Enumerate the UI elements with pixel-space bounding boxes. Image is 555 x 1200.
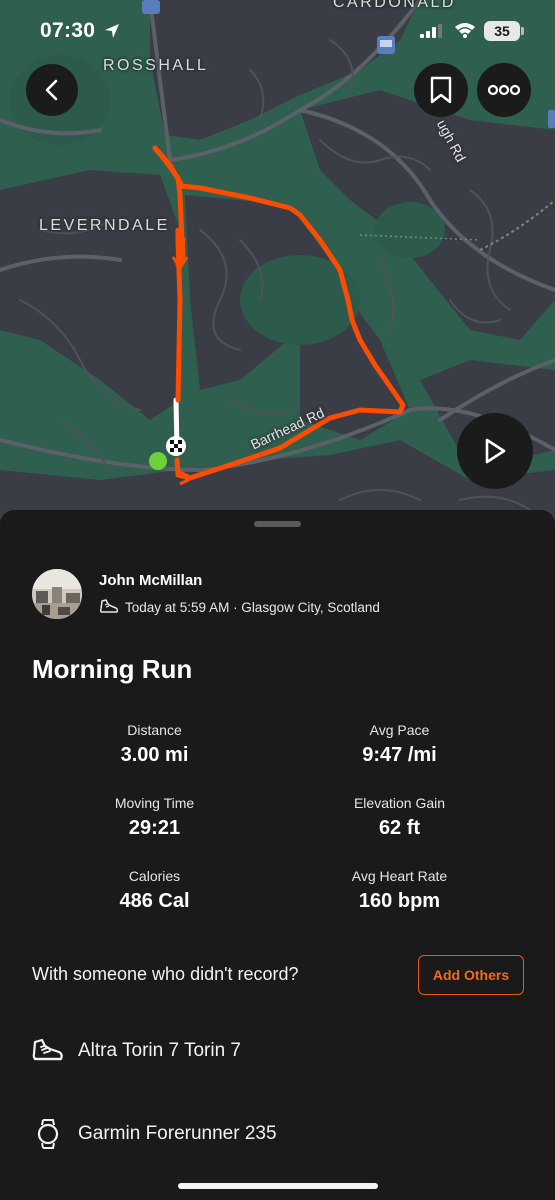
location-arrow-icon bbox=[105, 24, 119, 38]
add-others-button[interactable]: Add Others bbox=[418, 955, 524, 995]
battery-indicator: 35 bbox=[484, 21, 520, 41]
athlete-name[interactable]: John McMillan bbox=[99, 572, 202, 589]
run-shoe-icon bbox=[99, 599, 119, 613]
bookmark-button[interactable] bbox=[414, 63, 468, 117]
add-others-prompt: With someone who didn't record? bbox=[32, 964, 299, 984]
status-time: 07:30 bbox=[40, 19, 96, 42]
wifi-icon bbox=[455, 23, 475, 38]
stat-label: Avg Pace bbox=[369, 722, 430, 738]
cellular-signal-icon bbox=[420, 24, 442, 38]
stat-calories: Calories 486 Cal bbox=[32, 868, 277, 913]
activity-meta: Today at 5:59 AM · Glasgow City, Scotlan… bbox=[99, 598, 380, 616]
shoe-name: Altra Torin 7 Torin 7 bbox=[78, 1040, 241, 1061]
sheet-grabber[interactable] bbox=[254, 521, 301, 527]
shoe-icon bbox=[32, 1038, 63, 1061]
activity-title: Morning Run bbox=[32, 654, 193, 684]
stat-value: 29:21 bbox=[128, 817, 181, 839]
stat-value: 62 ft bbox=[378, 817, 421, 839]
chevron-left-icon bbox=[45, 79, 58, 101]
stat-label: Calories bbox=[128, 868, 181, 884]
battery-tip bbox=[521, 27, 524, 35]
bookmark-icon bbox=[430, 76, 452, 104]
stat-value: 486 Cal bbox=[119, 890, 190, 912]
more-options-button[interactable] bbox=[477, 63, 531, 117]
gear-device-row[interactable]: Garmin Forerunner 235 bbox=[32, 1114, 532, 1154]
stat-elevation-gain: Elevation Gain 62 ft bbox=[277, 795, 522, 840]
stat-label: Avg Heart Rate bbox=[351, 868, 448, 884]
stat-value: 3.00 mi bbox=[120, 744, 189, 766]
play-icon bbox=[485, 438, 506, 464]
more-dots-icon bbox=[488, 84, 520, 96]
athlete-avatar[interactable] bbox=[32, 569, 82, 619]
activity-meta-text: Today at 5:59 AM · Glasgow City, Scotlan… bbox=[125, 599, 380, 615]
stat-avg-pace: Avg Pace 9:47 /mi bbox=[277, 722, 522, 767]
stat-moving-time: Moving Time 29:21 bbox=[32, 795, 277, 840]
avatar-photo bbox=[32, 569, 82, 619]
home-indicator bbox=[178, 1183, 378, 1189]
stat-label: Distance bbox=[127, 722, 182, 738]
back-button[interactable] bbox=[26, 64, 78, 116]
status-bar: 07:30 35 bbox=[0, 0, 555, 60]
stat-value: 9:47 /mi bbox=[362, 744, 437, 766]
stat-label: Elevation Gain bbox=[353, 795, 446, 811]
stat-distance: Distance 3.00 mi bbox=[32, 722, 277, 767]
device-name: Garmin Forerunner 235 bbox=[78, 1123, 277, 1144]
stat-value: 160 bpm bbox=[358, 890, 441, 912]
stat-avg-heart-rate: Avg Heart Rate 160 bpm bbox=[277, 868, 522, 913]
flyover-play-button[interactable] bbox=[457, 413, 533, 489]
activity-sheet: John McMillan Today at 5:59 AM · Glasgow… bbox=[0, 510, 555, 1200]
watch-icon bbox=[37, 1119, 59, 1149]
place-label-leverndale: LEVERNDALE bbox=[39, 217, 170, 234]
gear-shoes-row[interactable]: Altra Torin 7 Torin 7 bbox=[32, 1031, 532, 1071]
stat-label: Moving Time bbox=[114, 795, 195, 811]
